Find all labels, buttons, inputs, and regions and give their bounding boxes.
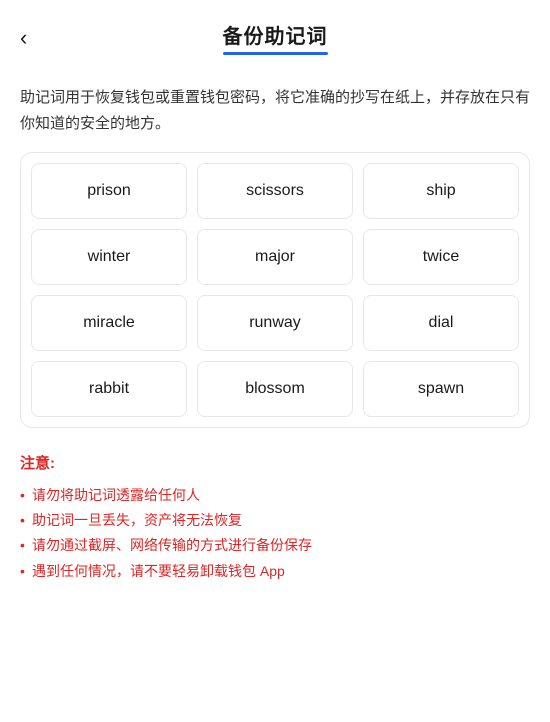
mnemonic-grid: prisonscissorsship wintermajortwice miracl… (31, 163, 519, 417)
mnemonic-cell: scissors (197, 163, 353, 219)
notice-item: 请勿将助记词透露给任何人 (20, 483, 530, 508)
description-text: 助记词用于恢复钱包或重置钱包密码，将它准确的抄写在纸上，并存放在只有你知道的安全… (0, 65, 550, 152)
mnemonic-cell: prison (31, 163, 187, 219)
mnemonic-cell: spawn (363, 361, 519, 417)
mnemonic-cell: dial (363, 295, 519, 351)
back-button[interactable]: ‹ (20, 27, 27, 49)
page-header: ‹ 备份助记词 (0, 0, 550, 65)
mnemonic-cell: winter (31, 229, 187, 285)
notice-item: 请勿通过截屏、网络传输的方式进行备份保存 (20, 533, 530, 558)
notice-item: 遇到任何情况，请不要轻易卸载钱包 App (20, 559, 530, 584)
mnemonic-cell: twice (363, 229, 519, 285)
mnemonic-cell: runway (197, 295, 353, 351)
mnemonic-cell: rabbit (31, 361, 187, 417)
mnemonic-cell: miracle (31, 295, 187, 351)
notice-section: 注意: 请勿将助记词透露给任何人助记词一旦丢失，资产将无法恢复请勿通过截屏、网络… (0, 428, 550, 604)
notice-list: 请勿将助记词透露给任何人助记词一旦丢失，资产将无法恢复请勿通过截屏、网络传输的方… (20, 483, 530, 584)
notice-title: 注意: (20, 452, 530, 473)
title-underline (223, 52, 328, 55)
mnemonic-grid-container: prisonscissorsship wintermajortwice miracl… (20, 152, 530, 428)
mnemonic-cell: blossom (197, 361, 353, 417)
page-title: 备份助记词 (223, 20, 328, 49)
mnemonic-cell: ship (363, 163, 519, 219)
title-wrapper: 备份助记词 (223, 20, 328, 55)
mnemonic-cell: major (197, 229, 353, 285)
notice-item: 助记词一旦丢失，资产将无法恢复 (20, 508, 530, 533)
